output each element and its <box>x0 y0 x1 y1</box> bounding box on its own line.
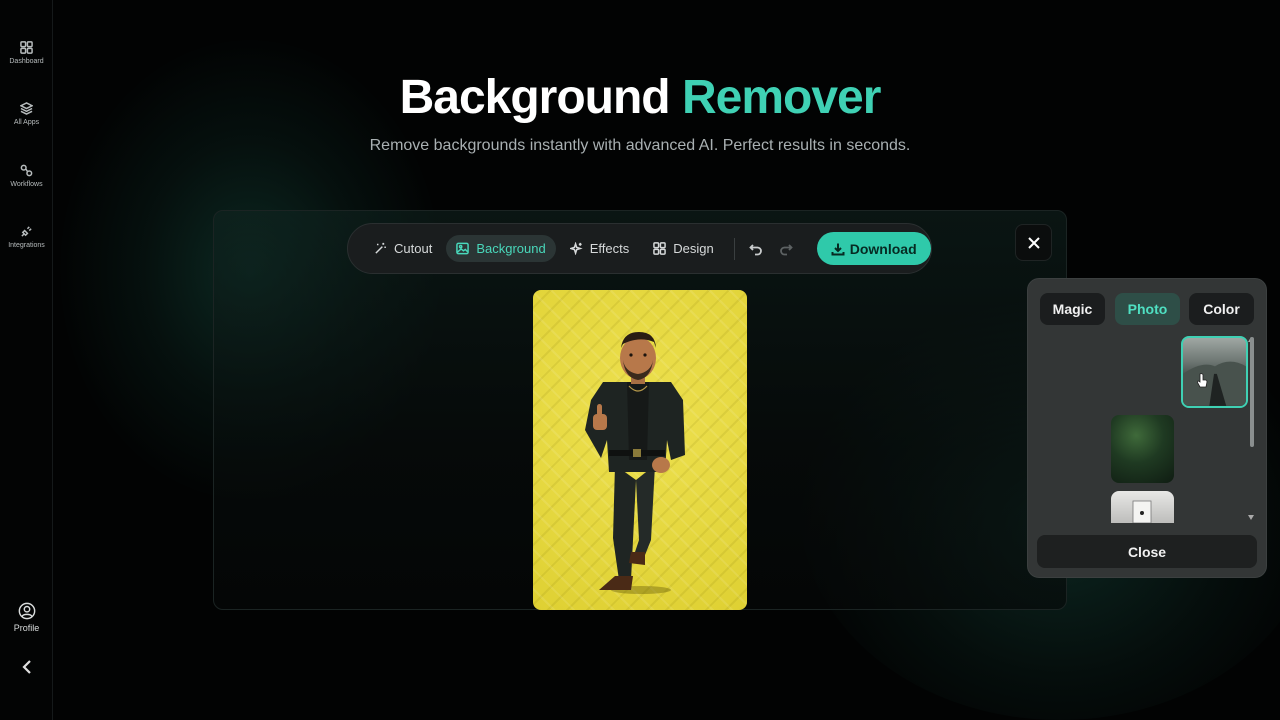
picker-close-button[interactable]: Close <box>1037 535 1257 568</box>
profile-label: Profile <box>13 623 40 633</box>
photo-thumbnail-forest[interactable] <box>1111 415 1174 483</box>
chevron-left-icon <box>22 660 31 674</box>
person-cutout-image <box>585 332 685 594</box>
download-button[interactable]: Download <box>816 232 931 265</box>
tool-label: Design <box>673 241 714 256</box>
photo-thumbnail-road[interactable] <box>1181 336 1248 408</box>
tool-label: Cutout <box>394 241 433 256</box>
sparkles-icon <box>569 242 583 255</box>
page-title: Background Remover <box>0 70 1280 125</box>
sidebar-item-label: Dashboard <box>9 58 44 65</box>
plug-icon <box>21 226 32 237</box>
grid-icon <box>20 41 33 54</box>
close-icon <box>1027 236 1040 249</box>
sidebar-profile[interactable]: Profile <box>0 602 53 633</box>
redo-icon <box>779 243 793 255</box>
tool-cutout[interactable]: Cutout <box>364 235 442 262</box>
road-landscape-image <box>1183 361 1246 406</box>
background-picker-panel: Magic Photo Color Close <box>1027 278 1267 578</box>
sidebar-item-workflows[interactable]: Workflows <box>0 164 53 188</box>
picker-tab-color[interactable]: Color <box>1189 293 1254 325</box>
tool-label: Background <box>476 241 546 256</box>
editor-toolbar: Cutout Background Effects Design Downloa… <box>347 223 932 274</box>
toolbar-divider <box>733 237 735 260</box>
sidebar-item-label: Integrations <box>8 242 45 249</box>
photo-thumbnail-room[interactable] <box>1111 491 1174 523</box>
undo-icon <box>748 243 762 255</box>
scroll-down-arrow[interactable] <box>1248 515 1254 520</box>
magic-wand-icon <box>375 242 386 254</box>
download-icon <box>831 243 845 255</box>
tool-label: Effects <box>589 241 630 256</box>
sidebar-item-dashboard[interactable]: Dashboard <box>0 41 53 65</box>
collapse-sidebar-button[interactable] <box>18 658 36 676</box>
page-subtitle: Remove backgrounds instantly with advanc… <box>369 137 911 154</box>
page-title-accent: Remover <box>681 71 881 124</box>
picker-scrollbar[interactable] <box>1250 337 1254 447</box>
tool-effects[interactable]: Effects <box>560 235 640 262</box>
sidebar-item-integrations[interactable]: Integrations <box>0 225 53 249</box>
picker-tab-photo[interactable]: Photo <box>1115 293 1180 325</box>
image-icon <box>456 242 470 255</box>
picker-tab-magic[interactable]: Magic <box>1040 293 1105 325</box>
download-label: Download <box>849 240 917 257</box>
grid-icon <box>653 242 667 255</box>
undo-button[interactable] <box>743 236 769 262</box>
sidebar-item-label: Workflows <box>10 181 43 188</box>
page-title-main: Background <box>399 71 671 124</box>
tool-design[interactable]: Design <box>643 235 723 262</box>
room-interior-image <box>1132 500 1152 523</box>
workflow-icon <box>20 164 33 177</box>
redo-button[interactable] <box>773 236 799 262</box>
hand-pointer-cursor-icon <box>1196 373 1208 388</box>
close-editor-button[interactable] <box>1015 224 1052 261</box>
tool-background[interactable]: Background <box>446 235 556 262</box>
user-circle-icon <box>18 602 35 620</box>
image-preview <box>533 290 747 610</box>
